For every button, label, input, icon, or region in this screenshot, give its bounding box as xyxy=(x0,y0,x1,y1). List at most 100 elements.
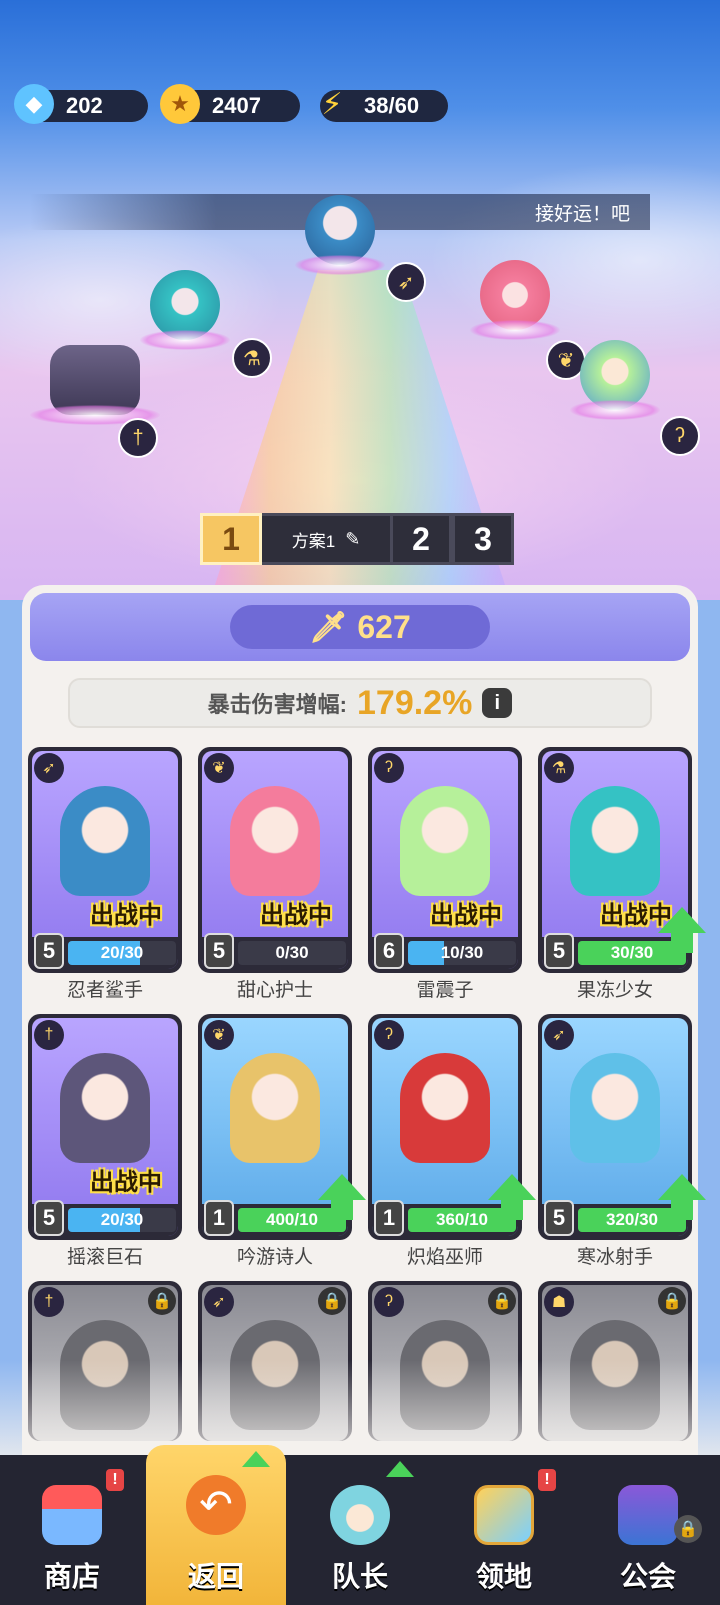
hero-name: 炽焰巫师 xyxy=(406,1247,483,1268)
hero-card[interactable]: ʔ 出战中 6 10/30 xyxy=(368,747,522,973)
hero-name: 甜心护士 xyxy=(236,980,313,1001)
field-hero-ninja-shark[interactable] xyxy=(295,195,385,275)
hero-level: 5 xyxy=(34,933,64,969)
sword-icon: † xyxy=(34,1020,64,1050)
bow-icon: ➶ xyxy=(34,753,64,783)
gem-value: 202 xyxy=(66,93,103,118)
territory-icon xyxy=(474,1485,534,1545)
hero-level: 6 xyxy=(374,933,404,969)
bow-icon: ➶ xyxy=(386,262,426,302)
hero-portrait xyxy=(400,786,490,896)
plan-name-label: 方案1 xyxy=(291,531,336,551)
hero-portrait xyxy=(230,786,320,896)
energy-counter[interactable]: ⚡ 38/60 xyxy=(320,88,448,122)
battle-scene: ◆ 202 ★ 2407 ⚡ 38/60 接好运！吧 ➶ ⚗ ❦ † ʔ xyxy=(0,0,720,600)
bottom-nav: ! 商店 ↶ 返回 队长 ! 领地 🔒 公会 xyxy=(0,1445,720,1605)
hero-card[interactable]: ⚗ 出战中 5 30/30 xyxy=(538,747,706,973)
hero-name: 雷震子 xyxy=(416,980,474,1001)
deployed-tag: 出战中 xyxy=(90,1169,162,1196)
crit-value: 179.2% xyxy=(357,683,473,722)
crit-label: 暴击伤害增幅: xyxy=(207,692,347,717)
deployed-tag: 出战中 xyxy=(430,902,502,929)
upgrade-arrow-icon[interactable] xyxy=(658,1174,706,1220)
shard-progress: 20/30 xyxy=(68,941,176,965)
hero-ring xyxy=(470,320,560,340)
nav-territory[interactable]: ! 领地 xyxy=(434,1455,574,1605)
nav-label: 领地 xyxy=(475,1561,532,1592)
nav-label: 返回 xyxy=(187,1561,244,1592)
hero-card[interactable]: ➶ 出战中 5 20/30 xyxy=(28,747,182,973)
hero-card[interactable]: ❦ 1 400/10 xyxy=(198,1014,366,1240)
hero-name: 寒冰射手 xyxy=(576,1247,653,1268)
bow-icon: ➶ xyxy=(204,1287,234,1317)
sword-power-icon: 🗡 xyxy=(309,610,348,644)
progress-text: 20/30 xyxy=(100,943,144,962)
plan-tab-1[interactable]: 1 xyxy=(200,513,262,565)
lock-icon: 🔒 xyxy=(658,1287,686,1315)
crit-bonus-row: 暴击伤害增幅: 179.2% i xyxy=(68,678,652,728)
hero-portrait xyxy=(400,1053,490,1163)
return-icon: ↶ xyxy=(186,1475,246,1535)
upgrade-arrow-icon xyxy=(386,1461,414,1477)
staff-icon: ʔ xyxy=(660,416,700,456)
staff-icon: ʔ xyxy=(374,753,404,783)
gold-counter[interactable]: ★ 2407 xyxy=(160,84,300,124)
nav-captain[interactable]: 队长 xyxy=(290,1455,430,1605)
shard-progress: 10/30 xyxy=(408,941,516,965)
hero-level: 5 xyxy=(34,1200,64,1236)
nav-label: 商店 xyxy=(43,1561,100,1592)
gem-counter[interactable]: ◆ 202 xyxy=(14,84,148,124)
upgrade-arrow-icon[interactable] xyxy=(658,907,706,953)
sword-icon: † xyxy=(34,1287,64,1317)
nav-return[interactable]: ↶ 返回 xyxy=(146,1445,286,1605)
progress-text: 0/30 xyxy=(275,943,309,962)
plan-selector: 1 方案1 ✎ 2 3 xyxy=(200,513,514,565)
beast-icon: ☗ xyxy=(544,1287,574,1317)
nav-guild[interactable]: 🔒 公会 xyxy=(578,1455,718,1605)
field-hero-rock-boulder[interactable] xyxy=(30,345,160,425)
upgrade-arrow-icon[interactable] xyxy=(488,1174,536,1220)
hero-portrait xyxy=(60,1053,150,1163)
hero-portrait xyxy=(230,1053,320,1163)
shard-progress: 0/30 xyxy=(238,941,346,965)
shard-progress: 20/30 xyxy=(68,1208,176,1232)
hero-card[interactable]: † 出战中 5 20/30 xyxy=(28,1014,182,1240)
hero-card[interactable]: ❦ 出战中 5 0/30 xyxy=(198,747,352,973)
hero-name: 忍者鲨手 xyxy=(66,980,143,1001)
upgrade-arrow-icon[interactable] xyxy=(318,1174,366,1220)
lock-icon: 🔒 xyxy=(488,1287,516,1315)
hero-ring xyxy=(570,400,660,420)
plan-tab-3[interactable]: 3 xyxy=(452,513,514,565)
hero-level: 5 xyxy=(204,933,234,969)
field-hero-thunder[interactable] xyxy=(570,340,660,420)
hero-portrait xyxy=(570,1053,660,1163)
gem-icon: ◆ xyxy=(14,84,54,124)
deployed-tag: 出战中 xyxy=(260,902,332,929)
lock-icon: 🔒 xyxy=(674,1515,702,1543)
hero-name: 吟游诗人 xyxy=(236,1247,313,1268)
power-pill: 🗡 627 xyxy=(230,605,490,649)
info-icon[interactable]: i xyxy=(482,688,513,718)
shard-progress: 30/30 xyxy=(578,941,686,965)
progress-text: 10/30 xyxy=(440,943,484,962)
captain-icon xyxy=(330,1485,390,1545)
lock-icon: 🔒 xyxy=(318,1287,346,1315)
field-hero-sweet-nurse[interactable] xyxy=(470,260,560,340)
hero-portrait xyxy=(570,786,660,896)
hero-name: 摇滚巨石 xyxy=(66,1247,143,1268)
energy-value: 38/60 xyxy=(364,93,420,118)
hero-level: 1 xyxy=(204,1200,234,1236)
progress-text: 30/30 xyxy=(610,943,654,962)
plan-tab-2[interactable]: 2 xyxy=(390,513,452,565)
progress-text: 320/30 xyxy=(606,1210,658,1229)
hero-name: 果冻少女 xyxy=(576,980,653,1001)
edit-icon[interactable]: ✎ xyxy=(345,529,360,550)
field-hero-jelly-girl[interactable] xyxy=(140,270,230,350)
energy-bolt-icon: ⚡ xyxy=(321,87,343,121)
hero-portrait xyxy=(60,786,150,896)
power-bar: 🗡 627 xyxy=(30,593,690,661)
hero-card[interactable]: ʔ 1 360/10 xyxy=(368,1014,536,1240)
hero-card[interactable]: ➶ 5 320/30 xyxy=(538,1014,706,1240)
nav-shop[interactable]: ! 商店 xyxy=(2,1455,142,1605)
plan-name-field[interactable]: 方案1 ✎ xyxy=(262,513,390,565)
